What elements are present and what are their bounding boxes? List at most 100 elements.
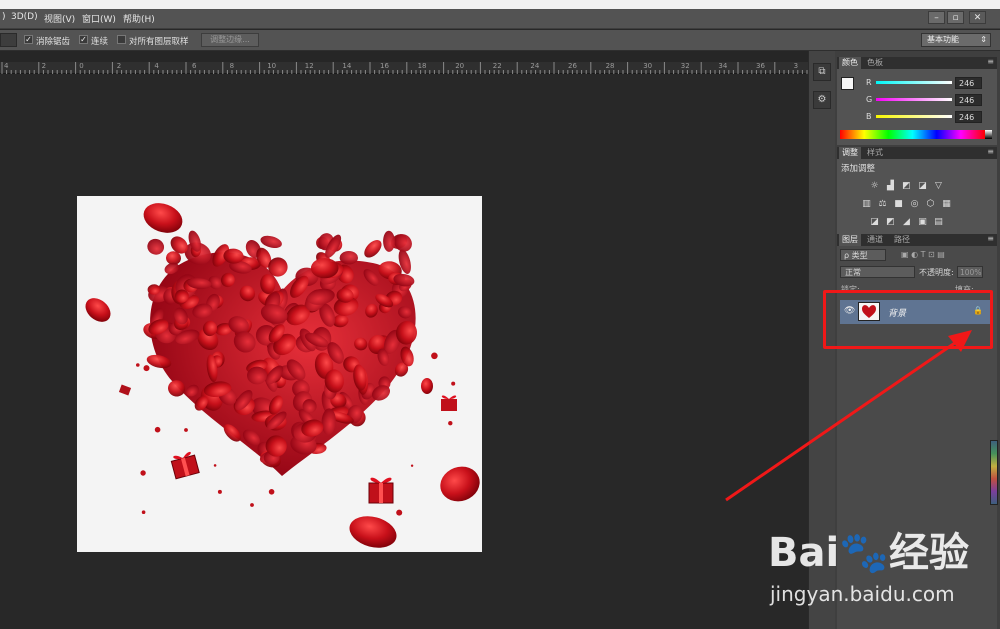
curves-icon[interactable]: ◩ xyxy=(901,182,912,191)
threshold-icon[interactable]: ◢ xyxy=(901,218,912,227)
bw-ramp[interactable] xyxy=(985,130,992,139)
ruler-tick-label: 30 xyxy=(643,62,653,70)
panel-menu-icon[interactable]: ≡ xyxy=(987,147,994,156)
r-value-input[interactable]: 246 xyxy=(955,77,982,89)
layer-filter-select[interactable]: ρ 类型 xyxy=(840,249,886,261)
refine-edge-button[interactable]: 调整边缘... xyxy=(201,33,259,47)
sample-all-label: 对所有图层取样 xyxy=(129,37,189,47)
tab-swatches[interactable]: 色板 xyxy=(864,57,886,69)
hue-saturation-icon[interactable]: ▥ xyxy=(861,200,872,209)
b-value-input[interactable]: 246 xyxy=(955,111,982,123)
r-label: R xyxy=(866,78,872,87)
selective-color-icon[interactable]: ▤ xyxy=(933,218,944,227)
blend-mode-select[interactable]: 正常 xyxy=(840,266,915,278)
color-balance-icon[interactable]: ⚖ xyxy=(877,200,888,209)
ruler-tick-label: 28 xyxy=(605,62,615,70)
menu-window[interactable]: 窗口(W) xyxy=(82,12,116,25)
ruler-tick-label: 26 xyxy=(568,62,577,70)
panel-scroll-gauge[interactable] xyxy=(990,440,998,505)
document-tab-strip xyxy=(0,51,808,62)
ruler-tick-label: 12 xyxy=(304,62,314,70)
ruler-tick-label: 16 xyxy=(380,62,389,70)
horizontal-ruler: 4 2 0 2 4 6 8 10 12 14 16 18 20 22 24 26 28 30 32 34 36 3 xyxy=(0,62,808,74)
annotation-arrow xyxy=(725,330,972,502)
menu-view[interactable]: 视图(V) xyxy=(44,12,75,25)
baidu-watermark-logo: Bai🐾经验 xyxy=(768,530,969,576)
channel-mixer-icon[interactable]: ⬡ xyxy=(925,200,936,209)
color-ramp[interactable] xyxy=(840,130,985,139)
color-lookup-icon[interactable]: ▦ xyxy=(941,200,952,209)
color-panel-tabs: 颜色 色板 ≡ xyxy=(837,57,997,69)
ruler-tick-label: 14 xyxy=(342,62,352,70)
dropdown-arrow-icon: ⇕ xyxy=(980,35,987,44)
ruler-tick-label: 22 xyxy=(492,62,502,70)
ruler-tick-label: 10 xyxy=(267,62,277,70)
tab-styles[interactable]: 样式 xyxy=(864,147,886,159)
window-top-strip xyxy=(0,0,1000,9)
menu-3d[interactable]: 3D(D) xyxy=(11,12,38,22)
restore-button[interactable]: ▫ xyxy=(947,11,964,24)
b-label: B xyxy=(866,112,872,121)
sample-all-checkbox[interactable] xyxy=(117,35,126,44)
gradient-map-icon[interactable]: ▣ xyxy=(917,218,928,227)
close-button[interactable]: ✕ xyxy=(969,11,986,24)
menu-separator: ) xyxy=(2,12,6,22)
layers-panel-tabs: 图层 通道 路径 ≡ xyxy=(837,234,997,246)
tolerance-input[interactable] xyxy=(0,33,17,47)
menu-help[interactable]: 帮助(H) xyxy=(123,12,155,25)
ruler-tick-label: 24 xyxy=(530,62,540,70)
baidu-watermark-url: jingyan.baidu.com xyxy=(770,582,955,606)
history-icon[interactable]: ⧉ xyxy=(813,63,831,81)
antialias-label: 消除锯齿 xyxy=(36,37,71,47)
ruler-tick-label: 0 xyxy=(79,62,84,70)
adjustments-heading: 添加调整 xyxy=(841,164,876,174)
workspace-select[interactable]: 基本功能 ⇕ xyxy=(921,33,991,47)
opacity-input[interactable]: 100% xyxy=(957,266,983,278)
contiguous-checkbox[interactable]: ✓ xyxy=(79,35,88,44)
contiguous-label: 连续 xyxy=(91,37,109,47)
tab-paths[interactable]: 路径 xyxy=(891,234,913,246)
tab-channels[interactable]: 通道 xyxy=(864,234,886,246)
g-slider[interactable] xyxy=(876,98,952,101)
adjustments-panel-tabs: 调整 样式 ≡ xyxy=(837,147,997,159)
brightness-icon[interactable]: ☼ xyxy=(869,182,880,191)
b-slider[interactable] xyxy=(876,115,952,118)
ruler-tick-label: 6 xyxy=(192,62,197,70)
document-canvas[interactable] xyxy=(77,196,482,552)
tab-layers[interactable]: 图层 xyxy=(839,234,861,246)
ruler-tick-label: 4 xyxy=(154,62,159,70)
levels-icon[interactable]: ▟ xyxy=(885,182,896,191)
vibrance-icon[interactable]: ▽ xyxy=(933,182,944,191)
filter-icons[interactable]: ▣ ◐ T ⊡ ▤ xyxy=(901,250,945,259)
g-label: G xyxy=(866,95,873,104)
workspace-label: 基本功能 xyxy=(927,35,959,44)
options-bar: ✓ 消除锯齿 ✓ 连续 对所有图层取样 调整边缘... 基本功能 ⇕ xyxy=(0,30,1000,51)
ruler-tick-label: 2 xyxy=(116,62,122,70)
ruler-tick-label: 36 xyxy=(756,62,765,70)
ruler-tick-label: 2 xyxy=(41,62,47,70)
minimize-button[interactable]: – xyxy=(928,11,945,24)
ruler-tick-label: 3 xyxy=(793,62,799,70)
ruler-tick-label: 32 xyxy=(680,62,690,70)
invert-icon[interactable]: ◪ xyxy=(869,218,880,227)
exposure-icon[interactable]: ◪ xyxy=(917,182,928,191)
ruler-tick-label: 4 xyxy=(4,62,9,70)
g-value-input[interactable]: 246 xyxy=(955,94,982,106)
foreground-swatch[interactable] xyxy=(841,77,854,90)
ruler-tick-label: 18 xyxy=(417,62,427,70)
ruler-tick-label: 34 xyxy=(718,62,728,70)
ruler-tick-label: 20 xyxy=(455,62,465,70)
posterize-icon[interactable]: ◩ xyxy=(885,218,896,227)
panel-menu-icon[interactable]: ≡ xyxy=(987,234,994,243)
menu-bar: ) 3D(D) 视图(V) 窗口(W) 帮助(H) – ▫ ✕ xyxy=(0,9,1000,29)
adjustments-panel: 添加调整 ☼ ▟ ◩ ◪ ▽ ▥ ⚖ ■ ◎ ⬡ ▦ ◪ ◩ ◢ ▣ ▤ xyxy=(837,159,997,235)
properties-icon[interactable]: ⚙ xyxy=(813,91,831,109)
r-slider[interactable] xyxy=(876,81,952,84)
photo-filter-icon[interactable]: ◎ xyxy=(909,200,920,209)
tab-color[interactable]: 颜色 xyxy=(839,57,861,69)
antialias-checkbox[interactable]: ✓ xyxy=(24,35,33,44)
panel-menu-icon[interactable]: ≡ xyxy=(987,57,994,66)
tab-adjustments[interactable]: 调整 xyxy=(839,147,861,159)
black-white-icon[interactable]: ■ xyxy=(893,200,904,209)
heart-petals-image xyxy=(85,203,480,548)
